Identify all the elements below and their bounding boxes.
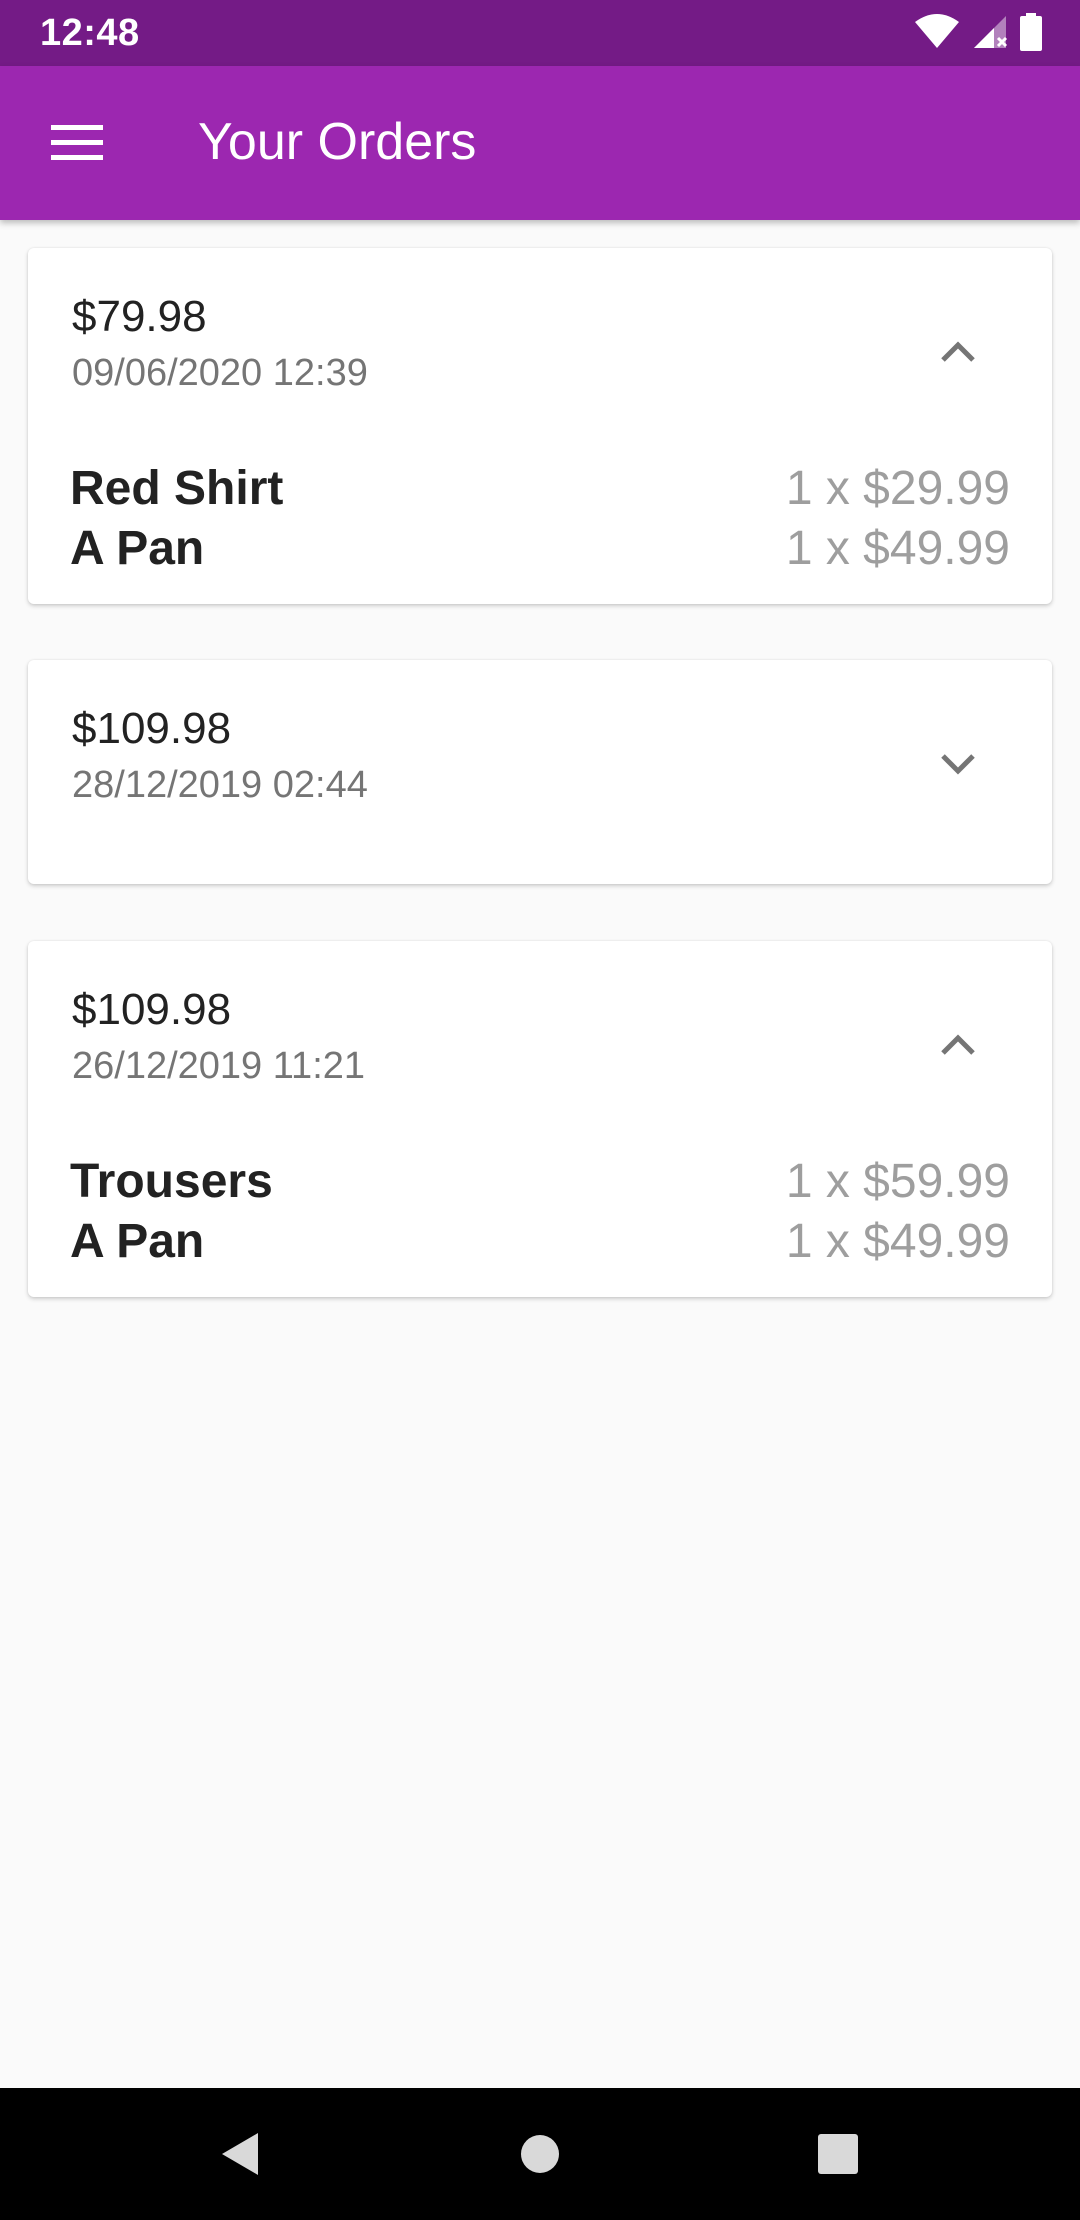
collapse-button[interactable] [908, 312, 1008, 392]
order-item-row: Trousers 1 x $59.99 [70, 1151, 1010, 1211]
order-date: 26/12/2019 11:21 [72, 1045, 366, 1087]
order-card: $109.98 28/12/2019 02:44 [28, 660, 1052, 884]
order-items: Red Shirt 1 x $29.99 A Pan 1 x $49.99 [70, 458, 1010, 578]
chevron-up-icon [941, 1034, 975, 1055]
order-item-row: A Pan 1 x $49.99 [70, 518, 1010, 578]
order-date: 09/06/2020 12:39 [72, 352, 368, 394]
system-nav-bar [0, 2088, 1080, 2220]
status-time: 12:48 [40, 12, 140, 54]
order-card: $79.98 09/06/2020 12:39 Red Shirt 1 x $2… [28, 248, 1052, 604]
hamburger-menu-icon [51, 125, 103, 160]
item-quantity-price: 1 x $59.99 [785, 1154, 1010, 1208]
item-name: A Pan [70, 521, 205, 575]
nav-recents-button[interactable] [798, 2114, 878, 2194]
item-quantity-price: 1 x $29.99 [785, 461, 1010, 515]
order-item-row: Red Shirt 1 x $29.99 [70, 458, 1010, 518]
order-total: $109.98 [72, 985, 232, 1034]
order-item-row: A Pan 1 x $49.99 [70, 1211, 1010, 1271]
nav-back-button[interactable] [200, 2114, 280, 2194]
nav-home-button[interactable] [500, 2114, 580, 2194]
item-quantity-price: 1 x $49.99 [785, 1214, 1010, 1268]
menu-button[interactable] [30, 98, 124, 188]
status-bar: 12:48 [0, 0, 1080, 66]
item-name: Red Shirt [70, 461, 284, 515]
battery-icon [1020, 12, 1042, 56]
chevron-down-icon [941, 754, 975, 775]
order-total: $79.98 [72, 292, 207, 341]
order-card: $109.98 26/12/2019 11:21 Trousers 1 x $5… [28, 941, 1052, 1297]
item-quantity-price: 1 x $49.99 [785, 521, 1010, 575]
order-total: $109.98 [72, 704, 232, 753]
expand-button[interactable] [908, 724, 1008, 804]
order-date: 28/12/2019 02:44 [72, 764, 368, 806]
page-title: Your Orders [198, 113, 477, 171]
back-icon [222, 2133, 258, 2175]
chevron-up-icon [941, 341, 975, 362]
order-items: Trousers 1 x $59.99 A Pan 1 x $49.99 [70, 1151, 1010, 1271]
status-icons [914, 12, 1042, 56]
item-name: A Pan [70, 1214, 205, 1268]
collapse-button[interactable] [908, 1005, 1008, 1085]
cell-signal-icon [972, 14, 1008, 55]
app-bar: Your Orders [0, 66, 1080, 220]
wifi-icon [914, 13, 960, 55]
recents-icon [818, 2134, 858, 2174]
home-icon [521, 2135, 559, 2173]
item-name: Trousers [70, 1154, 273, 1208]
